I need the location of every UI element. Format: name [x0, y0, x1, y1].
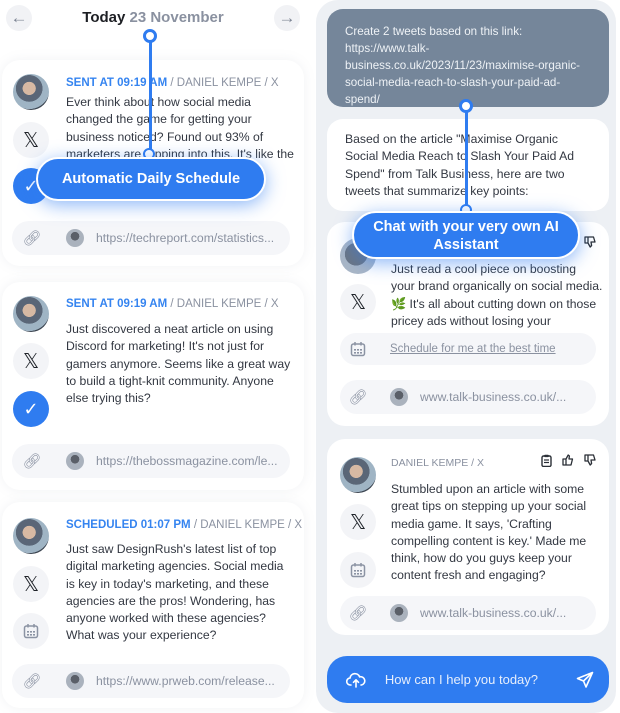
site-favicon	[390, 388, 408, 406]
avatar	[13, 518, 49, 554]
post-url: https://thebossmagazine.com/le...	[96, 454, 278, 468]
arrow-right-icon: →	[278, 8, 296, 27]
tweet-text: Stumbled upon an article with some great…	[391, 482, 587, 583]
post-text: Just saw DesignRush's latest list of top…	[66, 542, 284, 643]
site-favicon	[66, 452, 84, 470]
x-logo-icon: 𝕏	[340, 284, 376, 320]
date-heading: Today 23 November	[0, 9, 306, 26]
generated-tweet-card[interactable]: DANIEL KEMPE / X Stumbled upon an articl…	[327, 439, 609, 635]
post-card[interactable]: 𝕏 ✓ SENT AT 09:19 AM / DANIEL KEMPE / X …	[2, 282, 304, 490]
site-favicon	[66, 229, 84, 247]
post-link[interactable]: 🔗︎ https://www.prweb.com/release...	[12, 664, 290, 698]
post-author: / DANIEL KEMPE / X	[190, 519, 303, 531]
feedback-actions	[539, 454, 597, 467]
site-favicon	[390, 604, 408, 622]
link-icon: 🔗︎	[348, 605, 368, 622]
clipboard-icon[interactable]	[539, 454, 553, 467]
thumbs-down-icon[interactable]	[583, 454, 597, 467]
thumbs-up-icon[interactable]	[561, 454, 575, 467]
date-label: 23 November	[129, 9, 224, 26]
sent-check-icon[interactable]: ✓	[13, 391, 49, 427]
link-icon: 🔗︎	[348, 389, 368, 406]
x-logo-icon: 𝕏	[13, 566, 49, 602]
upload-cloud-icon[interactable]	[327, 672, 385, 688]
post-status: SCHEDULED 01:07 PM	[66, 519, 191, 531]
schedule-best-time-button[interactable]: Schedule for me at the best time	[340, 333, 596, 365]
tweet-link[interactable]: 🔗︎ www.talk-business.co.uk/...	[340, 596, 596, 630]
site-favicon	[66, 672, 84, 690]
user-prompt-bubble: Create 2 tweets based on this link: http…	[327, 9, 609, 107]
next-day-button[interactable]: →	[274, 5, 300, 31]
assistant-intro-bubble: Based on the article "Maximise Organic S…	[327, 119, 609, 211]
callout-anchor-dot	[143, 29, 157, 43]
post-url: https://techreport.com/statistics...	[96, 231, 275, 245]
post-text: Just discovered a neat article on using …	[66, 322, 291, 406]
post-status: SENT AT 09:19 AM	[66, 77, 168, 89]
x-logo-icon: 𝕏	[340, 504, 376, 540]
callout-connector	[465, 110, 468, 210]
tweet-link[interactable]: 🔗︎ www.talk-business.co.uk/...	[340, 380, 596, 414]
post-author: / DANIEL KEMPE / X	[167, 77, 279, 89]
avatar	[13, 74, 49, 110]
calendar-icon[interactable]	[13, 613, 49, 649]
avatar	[13, 296, 49, 332]
feature-callout-ai-assistant: Chat with your very own AI Assistant	[352, 211, 580, 259]
post-link[interactable]: 🔗︎ https://thebossmagazine.com/le...	[12, 444, 290, 478]
tweet-url: www.talk-business.co.uk/...	[420, 390, 567, 404]
tweet-url: www.talk-business.co.uk/...	[420, 606, 567, 620]
thumbs-down-icon[interactable]	[583, 236, 597, 248]
avatar	[340, 457, 376, 493]
daily-feed: ← Today 23 November → 𝕏 ✓ SENT AT 09:19 …	[0, 0, 306, 713]
send-icon[interactable]	[561, 671, 609, 689]
link-icon: 🔗︎	[22, 673, 42, 690]
post-author: / DANIEL KEMPE / X	[167, 298, 279, 310]
link-icon: 🔗︎	[22, 453, 42, 470]
feature-callout-schedule: Automatic Daily Schedule	[36, 157, 266, 201]
post-meta: SENT AT 09:19 AM / DANIEL KEMPE / X	[66, 298, 279, 310]
post-link[interactable]: 🔗︎ https://techreport.com/statistics...	[12, 221, 290, 255]
calendar-icon	[340, 341, 376, 357]
calendar-icon[interactable]	[340, 552, 376, 588]
chat-input[interactable]	[384, 672, 561, 687]
post-text: Ever think about how social media change…	[66, 95, 294, 161]
chat-composer	[327, 656, 609, 703]
callout-anchor-dot	[459, 99, 473, 113]
post-url: https://www.prweb.com/release...	[96, 674, 275, 688]
x-logo-icon: 𝕏	[13, 343, 49, 379]
callout-connector	[149, 40, 152, 154]
schedule-label: Schedule for me at the best time	[390, 343, 556, 355]
today-label: Today	[82, 9, 126, 26]
post-meta: SENT AT 09:19 AM / DANIEL KEMPE / X	[66, 77, 279, 89]
link-icon: 🔗︎	[22, 230, 42, 247]
post-status: SENT AT 09:19 AM	[66, 298, 168, 310]
post-card[interactable]: 𝕏 SCHEDULED 01:07 PM / DANIEL KEMPE / X …	[2, 502, 304, 708]
tweet-author: DANIEL KEMPE / X	[391, 457, 484, 469]
feedback-actions	[583, 236, 597, 248]
x-logo-icon: 𝕏	[13, 122, 49, 158]
post-meta: SCHEDULED 01:07 PM / DANIEL KEMPE / X	[66, 519, 302, 531]
